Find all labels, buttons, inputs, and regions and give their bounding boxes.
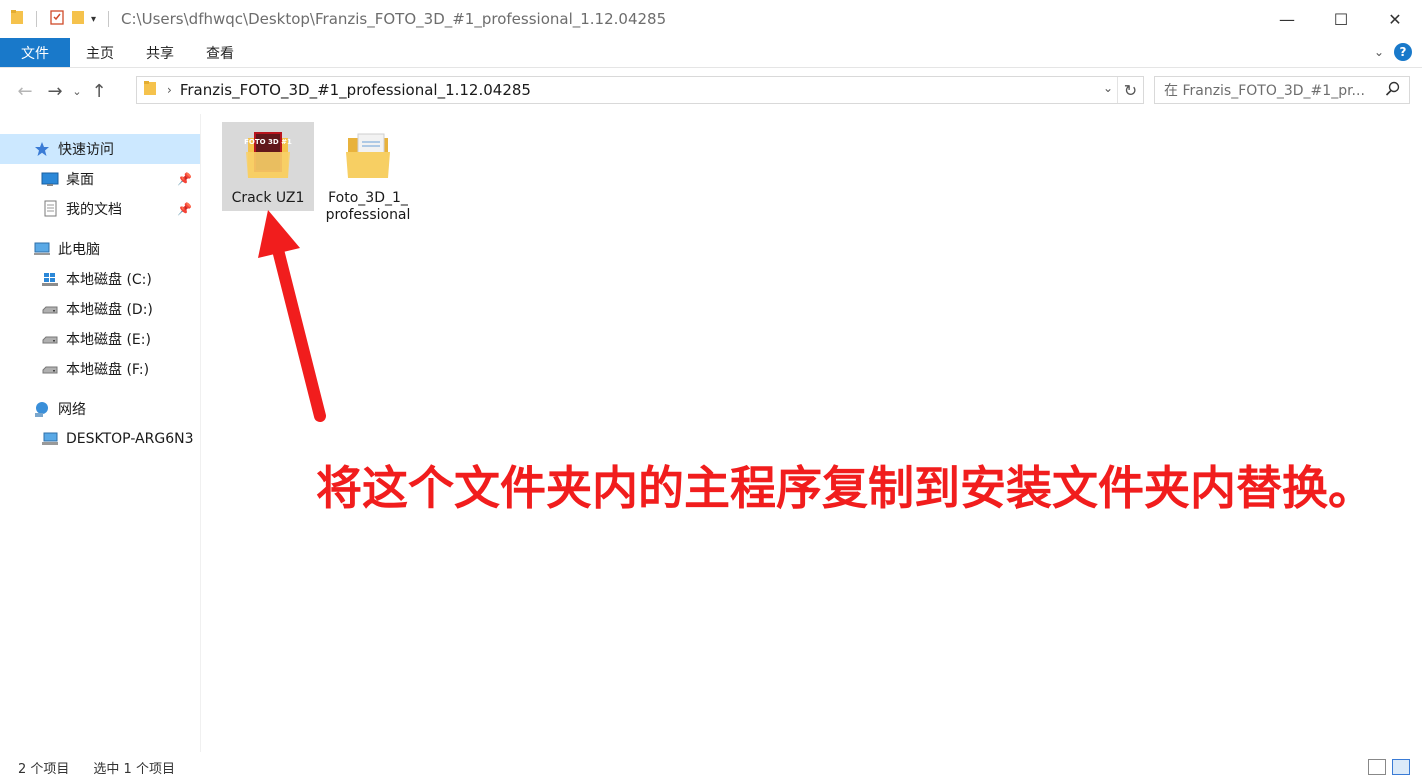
sidebar-item-label: 我的文档 (66, 202, 122, 218)
search-placeholder: 在 Franzis_FOTO_3D_#1_pr... (1164, 83, 1365, 99)
drive-icon (40, 299, 60, 319)
sidebar-item-documents[interactable]: 我的文档 📌 (0, 194, 200, 224)
minimize-button[interactable]: — (1260, 0, 1314, 38)
chevron-down-icon: ⌄ (72, 84, 82, 98)
pin-icon[interactable]: 📌 (177, 172, 192, 186)
sidebar-item-quick-access[interactable]: 快速访问 (0, 134, 200, 164)
maximize-button[interactable]: ☐ (1314, 0, 1368, 38)
folder-icon (143, 80, 157, 100)
star-icon (32, 139, 52, 159)
sidebar-item-drive-d[interactable]: 本地磁盘 (D:) (0, 294, 200, 324)
folder-with-document-icon (342, 128, 394, 184)
desktop-icon (40, 169, 60, 189)
sidebar-item-label: 网络 (58, 402, 86, 418)
file-name: Crack UZ1 (231, 190, 305, 206)
sidebar-item-label: 本地磁盘 (F:) (66, 362, 150, 378)
breadcrumb-segment[interactable]: Franzis_FOTO_3D_#1_professional_1.12.042… (180, 81, 531, 99)
selected-count: 选中 1 个项目 (93, 762, 175, 777)
drive-icon (40, 329, 60, 349)
sidebar-item-label: 桌面 (66, 172, 94, 188)
sidebar-item-drive-e[interactable]: 本地磁盘 (E:) (0, 324, 200, 354)
sidebar-item-label: 此电脑 (58, 242, 100, 258)
folder-icon (10, 9, 24, 29)
address-bar[interactable]: › Franzis_FOTO_3D_#1_professional_1.12.0… (136, 76, 1144, 104)
forward-button[interactable]: → (42, 76, 68, 106)
item-count: 2 个项目 (18, 762, 70, 777)
sidebar-item-desktop[interactable]: 桌面 📌 (0, 164, 200, 194)
documents-icon (40, 199, 60, 219)
computer-icon (32, 239, 52, 259)
sidebar-item-label: DESKTOP-ARG6N3 (66, 431, 194, 447)
tab-file[interactable]: 文件 (0, 38, 70, 67)
arrow-right-icon: → (47, 80, 63, 102)
sidebar-item-drive-f[interactable]: 本地磁盘 (F:) (0, 354, 200, 384)
properties-icon[interactable] (49, 9, 65, 29)
sidebar-item-network[interactable]: 网络 (0, 394, 200, 424)
expand-ribbon-icon[interactable]: ⌄ (1374, 45, 1384, 59)
network-icon (32, 399, 52, 419)
sidebar-item-label: 本地磁盘 (E:) (66, 332, 151, 348)
file-name: Foto_3D_1_professional (325, 190, 411, 223)
customize-dropdown-icon[interactable]: ▾ (91, 14, 96, 25)
navigation-bar: ← → ⌄ ↑ › Franzis_FOTO_3D_#1_professiona… (0, 68, 1422, 114)
breadcrumb-separator-icon: › (167, 83, 172, 97)
new-folder-icon[interactable] (71, 9, 85, 29)
tab-share[interactable]: 共享 (130, 38, 190, 67)
file-item-crack-uz1[interactable]: FOTO 3D #1 Crack UZ1 (222, 122, 314, 211)
status-bar: 2 个项目 选中 1 个项目 (0, 752, 1422, 783)
close-button[interactable]: ✕ (1368, 0, 1422, 38)
title-bar: ▾ C:\Users\dfhwqc\Desktop\Franzis_FOTO_3… (0, 0, 1422, 38)
refresh-button[interactable]: ↻ (1117, 77, 1143, 103)
sidebar-item-desktop-computer[interactable]: DESKTOP-ARG6N3 (0, 424, 200, 454)
navigation-pane: 快速访问 桌面 📌 我的文档 📌 此电脑 本地磁盘 (C:) 本地磁盘 (D:) (0, 114, 201, 752)
quick-access-toolbar: ▾ (10, 9, 115, 29)
sidebar-item-label: 快速访问 (58, 142, 114, 158)
drive-icon (40, 359, 60, 379)
arrow-up-icon: ↑ (91, 80, 107, 102)
details-view-icon[interactable] (1368, 759, 1386, 775)
file-item-foto-3d-1-professional[interactable]: Foto_3D_1_professional (322, 122, 414, 228)
sidebar-item-this-pc[interactable]: 此电脑 (0, 234, 200, 264)
network-computer-icon (40, 429, 60, 449)
sidebar-item-label: 本地磁盘 (C:) (66, 272, 152, 288)
annotation-text: 将这个文件夹内的主程序复制到安装文件夹内替换。 (316, 461, 1374, 515)
pin-icon[interactable]: 📌 (177, 202, 192, 216)
large-icons-view-icon[interactable] (1392, 759, 1410, 775)
refresh-icon: ↻ (1123, 80, 1138, 100)
ribbon-tabs: 文件 主页 共享 查看 ⌄ ? (0, 38, 1422, 68)
arrow-left-icon: ← (17, 80, 33, 102)
window-title-path: C:\Users\dfhwqc\Desktop\Franzis_FOTO_3D_… (121, 10, 667, 28)
up-button[interactable]: ↑ (86, 76, 112, 106)
help-icon[interactable]: ? (1394, 43, 1412, 61)
thumbnail-text: FOTO 3D #1 (244, 138, 292, 146)
address-dropdown-icon[interactable]: ⌄ (1103, 81, 1113, 95)
sidebar-item-drive-c[interactable]: 本地磁盘 (C:) (0, 264, 200, 294)
sidebar-item-label: 本地磁盘 (D:) (66, 302, 153, 318)
search-icon[interactable] (1385, 81, 1401, 101)
recent-locations-button[interactable]: ⌄ (68, 76, 86, 106)
back-button[interactable]: ← (8, 76, 42, 106)
file-view[interactable]: FOTO 3D #1 Crack UZ1 Foto_3D_1_professio… (202, 114, 1422, 752)
windows-drive-icon (40, 269, 60, 289)
search-input[interactable]: 在 Franzis_FOTO_3D_#1_pr... (1154, 76, 1410, 104)
folder-with-image-icon: FOTO 3D #1 (242, 128, 294, 184)
tab-home[interactable]: 主页 (70, 38, 130, 67)
tab-view[interactable]: 查看 (190, 38, 250, 67)
